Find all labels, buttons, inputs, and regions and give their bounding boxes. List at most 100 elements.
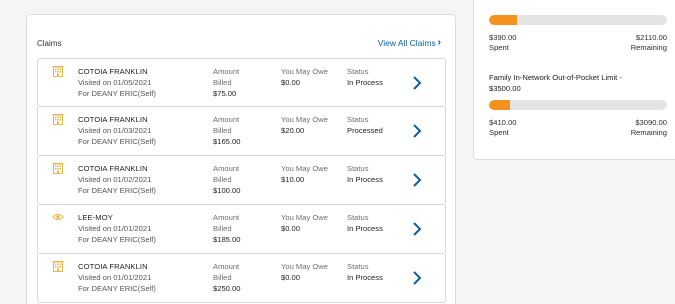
claim-row[interactable]: COTOIA FRANKLIN Visited on 01/03/2021 For … <box>37 107 446 156</box>
claim-status-label: Status <box>347 67 369 76</box>
claim-owe-col: You May Owe $0.00 <box>281 212 328 234</box>
claim-owe-label: You May Owe <box>281 213 328 222</box>
claim-amount-col: Amount Billed $75.00 <box>213 66 239 99</box>
claim-amount-label-1: Amount <box>213 213 240 222</box>
claim-owe-col: You May Owe $0.00 <box>281 66 328 88</box>
claim-provider-name: COTOIA FRANKLIN <box>78 164 148 173</box>
claim-status-value: In Process <box>347 273 383 282</box>
claim-row[interactable]: COTOIA FRANKLIN Visited on 01/02/2021 For … <box>37 156 446 205</box>
claim-amount-value: $185.00 <box>213 235 241 244</box>
view-all-claims-link[interactable]: View All Claims › <box>378 37 441 48</box>
claim-patient: For DEANY ERIC(Self) <box>78 186 156 195</box>
claim-status-value: In Process <box>347 175 383 184</box>
limit-progress-fill-2 <box>489 100 510 110</box>
claim-owe-value: $0.00 <box>281 78 301 87</box>
limit-progress-bar-1 <box>489 15 667 25</box>
claim-patient: For DEANY ERIC(Self) <box>78 89 156 98</box>
claim-status-col: Status In Process <box>347 212 383 234</box>
claim-status-label: Status <box>347 115 369 124</box>
claim-status-value: Processed <box>347 126 383 135</box>
limit-remaining-1: $2110.00 Remaining <box>631 33 667 53</box>
claim-amount-col: Amount Billed $165.00 <box>213 114 240 147</box>
claim-amount-value: $75.00 <box>213 89 237 98</box>
claim-patient: For DEANY ERIC(Self) <box>78 137 156 146</box>
claim-status-label: Status <box>347 164 369 173</box>
claim-row[interactable]: COTOIA FRANKLIN Visited on 01/01/2021 For … <box>37 254 446 303</box>
claim-row[interactable]: LEE-MOY Visited on 01/01/2021 For DEANY ER… <box>37 205 446 254</box>
claim-amount-value: $100.00 <box>213 186 241 195</box>
claim-amount-col: Amount Billed $250.00 <box>213 261 240 294</box>
building-icon <box>52 161 64 174</box>
claim-amount-label-1: Amount <box>213 115 240 124</box>
claim-status-label: Status <box>347 262 369 271</box>
claim-provider-name: COTOIA FRANKLIN <box>78 262 148 271</box>
claim-amount-label-2: Billed <box>213 224 232 233</box>
chevron-right-icon[interactable] <box>411 172 423 188</box>
chevron-right-icon[interactable] <box>411 221 423 237</box>
limit-remaining-label-1: Remaining <box>630 43 667 52</box>
claims-header: Claims View All Claims › <box>37 37 441 51</box>
claim-owe-value: $0.00 <box>281 224 301 233</box>
eye-icon <box>52 210 64 222</box>
claims-card: Claims View All Claims › COTOIA FRANKLIN… <box>26 14 456 304</box>
claim-provider-name: LEE-MOY <box>78 213 113 222</box>
limit-spent-label-1: Spent <box>489 43 509 52</box>
claim-amount-label-1: Amount <box>213 164 240 173</box>
claim-status-value: In Process <box>347 78 383 87</box>
claim-visit-date: Visited on 01/01/2021 <box>78 224 152 233</box>
claim-amount-label-2: Billed <box>213 78 232 87</box>
limit-spent-amount-2: $410.00 <box>489 118 517 127</box>
claim-owe-label: You May Owe <box>281 67 328 76</box>
claim-provider-name: COTOIA FRANKLIN <box>78 67 148 76</box>
claim-status-label: Status <box>347 213 369 222</box>
building-icon <box>52 64 64 77</box>
claim-status-col: Status In Process <box>347 261 383 283</box>
claim-status-col: Status In Process <box>347 163 383 185</box>
claim-owe-label: You May Owe <box>281 164 328 173</box>
claim-visit-date: Visited on 01/05/2021 <box>78 78 152 87</box>
limit-spent-1: $390.00 Spent <box>489 33 516 53</box>
chevron-right-icon[interactable] <box>411 270 423 286</box>
claim-amount-label-1: Amount <box>213 67 240 76</box>
claim-provider-col: COTOIA FRANKLIN Visited on 01/03/2021 For … <box>78 114 156 147</box>
limit-remaining-2: $3090.00 Remaining <box>631 118 667 138</box>
claim-provider-col: COTOIA FRANKLIN Visited on 01/01/2021 For … <box>78 261 156 294</box>
limit-spent-label-2: Spent <box>489 128 509 137</box>
claim-row[interactable]: COTOIA FRANKLIN Visited on 01/05/2021 For … <box>37 58 446 107</box>
chevron-right-icon[interactable] <box>411 123 423 139</box>
limit-spent-2: $410.00 Spent <box>489 118 516 138</box>
limits-card: $390.00 Spent $2110.00 Remaining Family … <box>473 0 675 160</box>
claim-provider-col: COTOIA FRANKLIN Visited on 01/05/2021 For … <box>78 66 156 99</box>
chevron-right-icon[interactable] <box>411 75 423 91</box>
claim-owe-value: $20.00 <box>281 126 305 135</box>
claim-amount-label-2: Billed <box>213 126 232 135</box>
claim-owe-value: $10.00 <box>281 175 305 184</box>
claim-list: COTOIA FRANKLIN Visited on 01/05/2021 For … <box>37 58 446 303</box>
claim-owe-label: You May Owe <box>281 115 328 124</box>
claim-provider-col: COTOIA FRANKLIN Visited on 01/02/2021 For … <box>78 163 156 196</box>
claim-amount-label-2: Billed <box>213 175 232 184</box>
claim-amount-label-1: Amount <box>213 262 240 271</box>
claim-visit-date: Visited on 01/01/2021 <box>78 273 152 282</box>
claim-visit-date: Visited on 01/02/2021 <box>78 175 152 184</box>
claim-amount-value: $165.00 <box>213 137 241 146</box>
claim-status-value: In Process <box>347 224 383 233</box>
claim-patient: For DEANY ERIC(Self) <box>78 235 156 244</box>
claim-visit-date: Visited on 01/03/2021 <box>78 126 152 135</box>
claim-owe-label: You May Owe <box>281 262 328 271</box>
claim-owe-value: $0.00 <box>281 273 301 282</box>
limit-title-2: Family In-Network Out-of-Pocket Limit - … <box>489 73 622 93</box>
claim-status-col: Status Processed <box>347 114 383 136</box>
claim-status-col: Status In Process <box>347 66 383 88</box>
limit-progress-bar-2 <box>489 100 667 110</box>
claim-patient: For DEANY ERIC(Self) <box>78 284 156 293</box>
building-icon <box>52 112 64 125</box>
building-icon <box>52 259 64 272</box>
limit-block-2: Family In-Network Out-of-Pocket Limit - … <box>489 72 667 140</box>
limit-remaining-amount-1: $2110.00 <box>635 33 667 42</box>
limit-amounts-1: $390.00 Spent $2110.00 Remaining <box>489 33 667 55</box>
view-all-claims-label: View All Claims <box>377 37 436 48</box>
claim-owe-col: You May Owe $0.00 <box>281 261 328 283</box>
limit-block-1: $390.00 Spent $2110.00 Remaining <box>489 15 667 55</box>
claim-amount-value: $250.00 <box>213 284 241 293</box>
